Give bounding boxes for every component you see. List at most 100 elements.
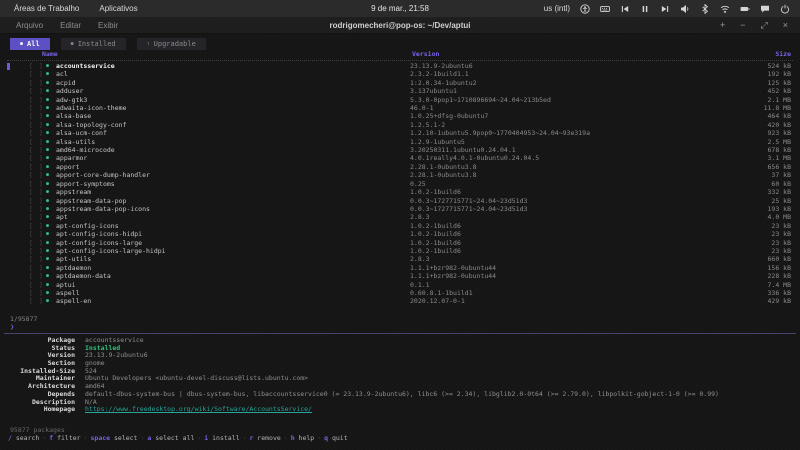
column-header-version[interactable]: Version [412,50,439,58]
keybind-label: quit [328,434,348,442]
package-row[interactable]: [ ]●aptdaemon1.1.1+bzr982-0ubuntu44156 k… [0,264,800,272]
new-tab-button[interactable]: + [720,21,725,30]
row-checkbox[interactable]: [ ] [29,222,44,230]
package-row[interactable]: [ ]●adwaita-icon-theme46.0-111.8 MB [0,104,800,112]
row-checkbox[interactable]: [ ] [29,230,44,238]
row-checkbox[interactable]: [ ] [29,154,44,162]
row-checkbox[interactable]: [ ] [29,281,44,289]
package-row[interactable]: [ ]●apparmor4.0.1really4.0.1-0ubuntu0.24… [0,154,800,162]
package-row[interactable]: [ ]●apt-config-icons-large1.0.2-1build62… [0,239,800,247]
row-checkbox[interactable]: [ ] [29,138,44,146]
tab-upgradable[interactable]: ↑Upgradable [137,38,206,50]
installed-dot-icon: ● [46,272,49,280]
row-checkbox[interactable]: [ ] [29,297,44,305]
package-version: 1.0.2-1build6 [410,222,461,230]
row-checkbox[interactable]: [ ] [29,239,44,247]
row-checkbox[interactable]: [ ] [29,188,44,196]
filter-tabs: ●All ●Installed ↑Upgradable [10,38,206,50]
maximize-button[interactable]: ⤢ [761,21,768,30]
row-checkbox[interactable]: [ ] [29,163,44,171]
row-checkbox[interactable]: [ ] [29,129,44,137]
package-name: amd64-microcode [56,146,115,154]
package-row[interactable]: [ ]●alsa-ucm-conf1.2.10-1ubuntu5.9pop0~1… [0,129,800,137]
package-row[interactable]: [ ]●apt-config-icons-hidpi1.0.2-1build62… [0,230,800,238]
media-pause-icon[interactable] [640,4,650,14]
package-version: 2.8.3 [410,255,430,263]
detail-label: Homepage [0,406,75,414]
media-previous-icon[interactable] [620,4,630,14]
package-size: 336 kB [768,289,791,297]
column-header-name[interactable]: Name [42,50,58,58]
row-checkbox[interactable]: [ ] [29,112,44,120]
package-row[interactable]: [ ]●alsa-utils1.2.9-1ubuntu52.5 MB [0,138,800,146]
installed-dot-icon: ● [46,129,49,137]
package-row[interactable]: [ ]●appstream1.0.2-1build6332 kB [0,188,800,196]
tab-all[interactable]: ●All [10,38,50,50]
package-row[interactable]: [ ]●acpid1:2.0.34-1ubuntu2125 kB [0,79,800,87]
package-name: apt-utils [56,255,91,263]
row-checkbox[interactable]: [ ] [29,70,44,78]
package-row[interactable]: [ ]●apport-symptoms0.2560 kB [0,180,800,188]
accessibility-icon[interactable] [580,4,590,14]
package-row[interactable]: [ ]●apt-config-icons1.0.2-1build623 kB [0,222,800,230]
row-checkbox[interactable]: [ ] [29,205,44,213]
volume-icon[interactable] [680,4,690,14]
row-checkbox[interactable]: [ ] [29,180,44,188]
wifi-icon[interactable] [720,4,730,14]
row-checkbox[interactable]: [ ] [29,289,44,297]
row-checkbox[interactable]: [ ] [29,146,44,154]
minimize-button[interactable]: − [740,21,745,30]
installed-dot-icon: ● [46,205,49,213]
row-checkbox[interactable]: [ ] [29,87,44,95]
package-row[interactable]: [ ]●aspell-en2020.12.07-0-1429 kB [0,297,800,305]
power-icon[interactable] [780,4,790,14]
keyboard-icon[interactable] [600,4,610,14]
keybind-label: select [110,434,137,442]
chat-icon[interactable] [760,4,770,14]
close-button[interactable]: × [783,21,788,30]
homepage-link[interactable]: https://www.freedesktop.org/wiki/Softwar… [85,406,312,414]
package-row[interactable]: [ ]●apport2.28.1-0ubuntu3.8656 kB [0,163,800,171]
package-row[interactable]: [ ]●accountsservice23.13.9-2ubuntu6524 k… [0,62,800,70]
row-checkbox[interactable]: [ ] [29,247,44,255]
media-next-icon[interactable] [660,4,670,14]
package-row[interactable]: [ ]●acl2.3.2-1build1.1192 kB [0,70,800,78]
row-checkbox[interactable]: [ ] [29,96,44,104]
package-version: 1.2.10-1ubuntu5.9pop0~1770404953~24.04~9… [410,129,590,137]
package-row[interactable]: [ ]●appstream-data-pop0.0.3~1727715771~2… [0,197,800,205]
package-row[interactable]: [ ]●aptui0.1.17.4 MB [0,281,800,289]
package-row[interactable]: [ ]●aspell0.60.8.1-1build1336 kB [0,289,800,297]
row-checkbox[interactable]: [ ] [29,121,44,129]
package-name: apt-config-icons [56,222,119,230]
bluetooth-icon[interactable] [700,4,710,14]
row-checkbox[interactable]: [ ] [29,264,44,272]
row-checkbox[interactable]: [ ] [29,272,44,280]
row-checkbox[interactable]: [ ] [29,197,44,205]
package-version: 4.0.1really4.0.1-0ubuntu0.24.04.5 [410,154,539,162]
package-size: 7.4 MB [768,281,791,289]
package-row[interactable]: [ ]●aptdaemon-data1.1.1+bzr982-0ubuntu44… [0,272,800,280]
package-row[interactable]: [ ]●apt2.8.34.0 MB [0,213,800,221]
input-source-indicator[interactable]: us (intl) [544,4,570,13]
row-checkbox[interactable]: [ ] [29,171,44,179]
package-row[interactable]: [ ]●adw-gtk35.3.0-0pop1~1710896694~24.04… [0,96,800,104]
row-checkbox[interactable]: [ ] [29,213,44,221]
package-size: 923 kB [768,129,791,137]
column-header-size[interactable]: Size [775,50,791,58]
package-row[interactable]: [ ]●appstream-data-pop-icons0.0.3~172771… [0,205,800,213]
row-checkbox[interactable]: [ ] [29,62,44,70]
package-row[interactable]: [ ]●alsa-topology-conf1.2.5.1-2420 kB [0,121,800,129]
battery-icon[interactable] [740,4,750,14]
installed-dot-icon: ● [46,281,49,289]
package-size: 660 kB [768,255,791,263]
row-checkbox[interactable]: [ ] [29,104,44,112]
package-row[interactable]: [ ]●apport-core-dump-handler2.28.1-0ubun… [0,171,800,179]
row-checkbox[interactable]: [ ] [29,79,44,87]
package-row[interactable]: [ ]●apt-config-icons-large-hidpi1.0.2-1b… [0,247,800,255]
package-row[interactable]: [ ]●apt-utils2.8.3660 kB [0,255,800,263]
package-row[interactable]: [ ]●alsa-base1.0.25+dfsg-0ubuntu7464 kB [0,112,800,120]
row-checkbox[interactable]: [ ] [29,255,44,263]
tab-installed[interactable]: ●Installed [61,38,126,50]
package-row[interactable]: [ ]●adduser3.137ubuntu1452 kB [0,87,800,95]
package-row[interactable]: [ ]●amd64-microcode3.20250311.1ubuntu0.2… [0,146,800,154]
